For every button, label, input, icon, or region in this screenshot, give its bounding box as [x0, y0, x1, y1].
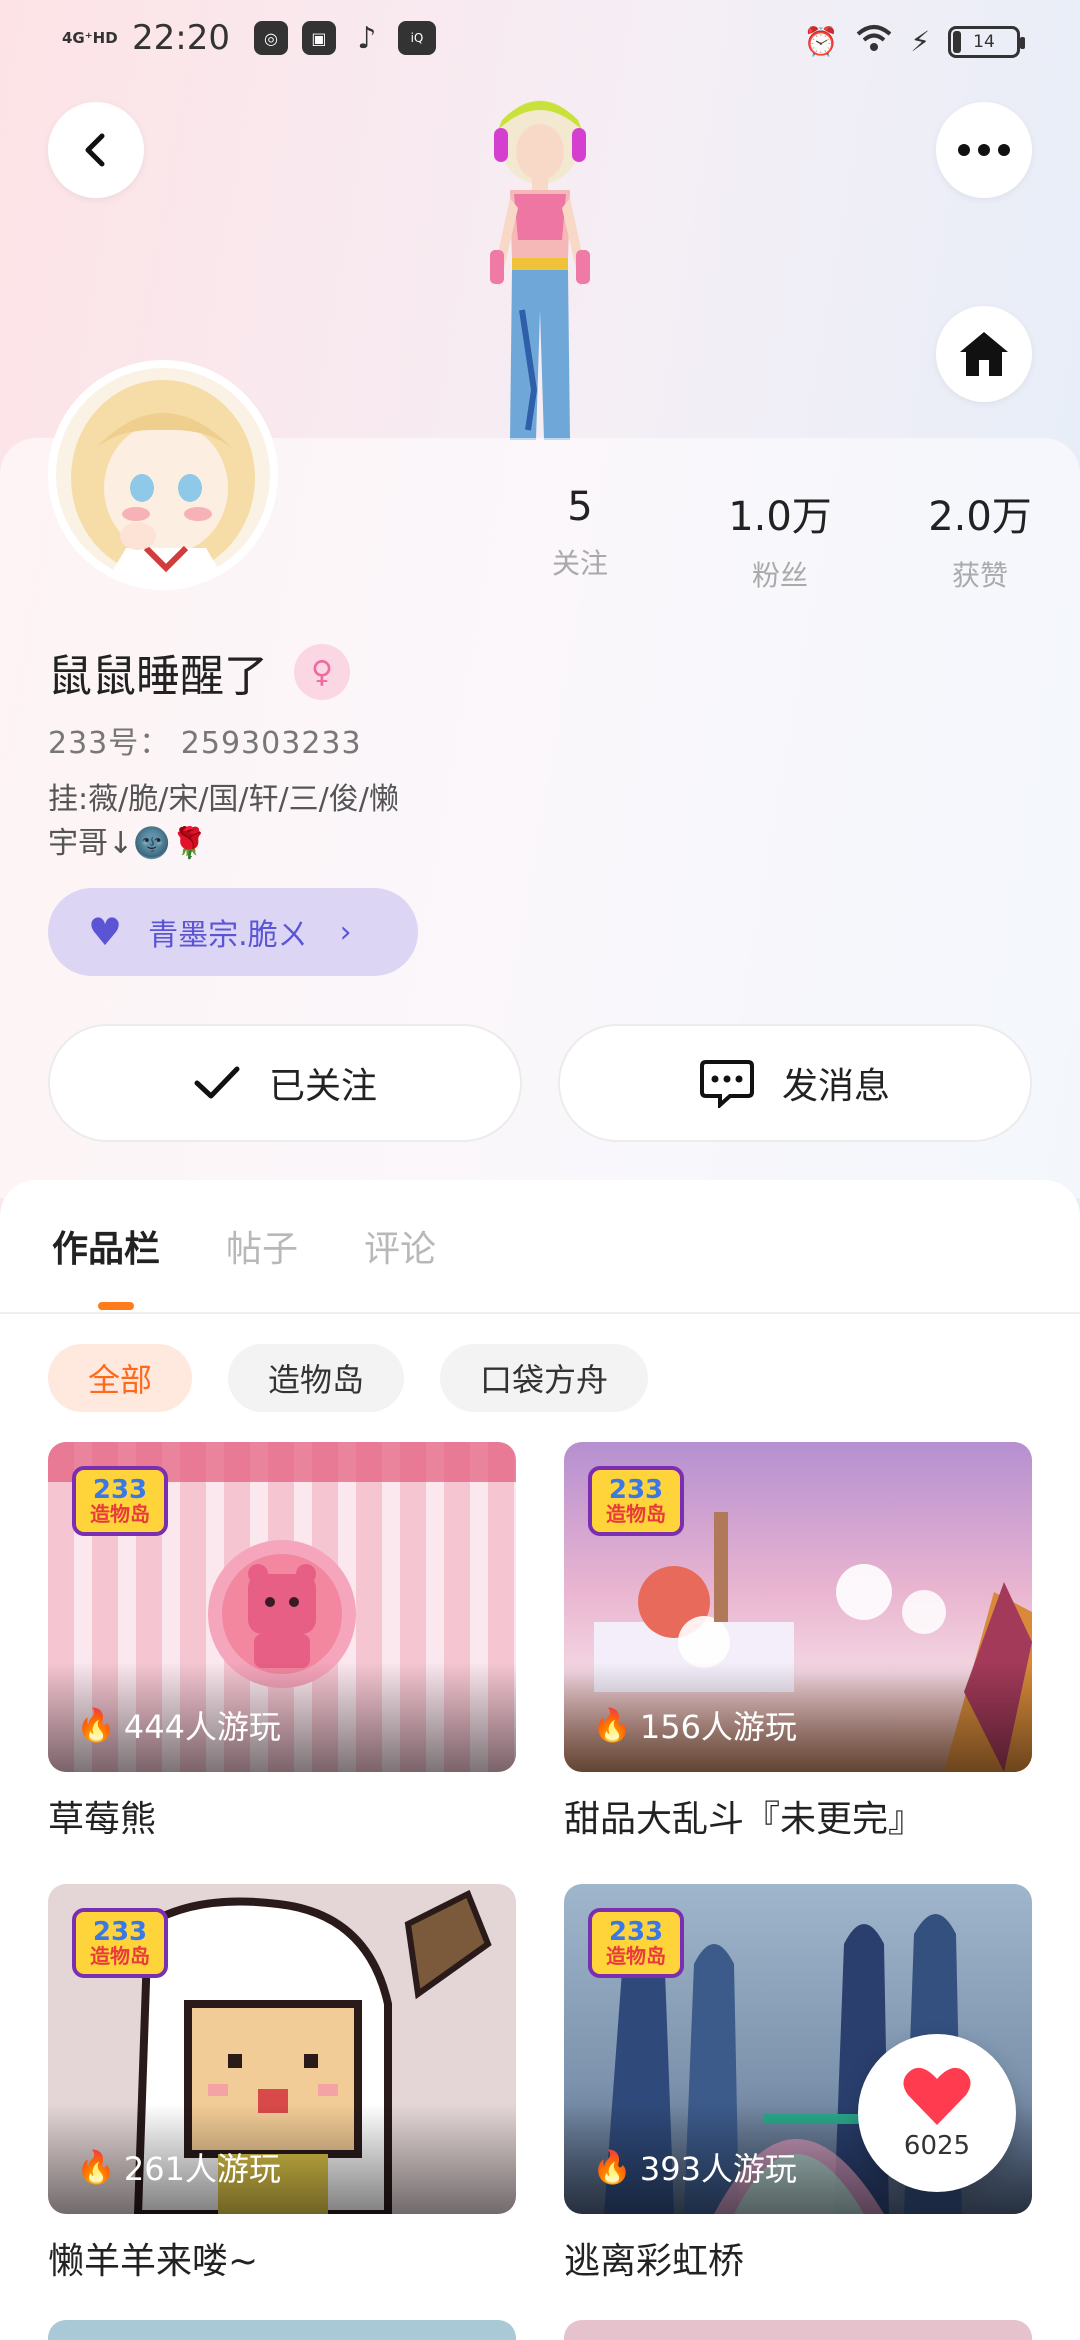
active-tab-indicator [98, 1302, 134, 1310]
filter-creation-island[interactable]: 造物岛 [228, 1344, 405, 1412]
followers-label: 粉丝 [751, 559, 808, 592]
tab-comments[interactable]: 评论 [364, 1220, 436, 1272]
chevron-right-icon: › [339, 914, 352, 950]
flame-icon: 🔥 [76, 2148, 116, 2186]
home-button[interactable] [936, 306, 1032, 402]
filter-chips: 全部 造物岛 口袋方舟 [48, 1344, 649, 1412]
followed-button[interactable]: 已关注 [48, 1024, 522, 1142]
username-row: 鼠鼠睡醒了 ♀ [48, 640, 350, 704]
username: 鼠鼠睡醒了 [48, 651, 268, 702]
heart-icon [903, 2067, 971, 2125]
work-card-peek[interactable] [564, 2320, 1032, 2340]
play-count-text: 393人游玩 [639, 2150, 797, 2188]
home-icon [960, 332, 1008, 376]
avatar[interactable] [48, 360, 278, 590]
profile-stats: 5 关注 1.0万 粉丝 2.0万 获赞 [500, 484, 1060, 594]
heart-icon: ♥ [88, 910, 123, 954]
battery-level: 14 [973, 31, 995, 52]
work-card[interactable]: 233 造物岛 🔥 444人游玩 草莓熊 [48, 1442, 516, 1842]
clock: 22:20 [132, 18, 230, 58]
flame-icon: 🔥 [76, 1706, 116, 1744]
followers-stat[interactable]: 1.0万 粉丝 [700, 484, 860, 594]
work-card[interactable]: 233 造物岛 🔥 261人游玩 懒羊羊来喽~ [48, 1884, 516, 2284]
notification-app-icon: ▣ [301, 21, 336, 55]
tab-posts[interactable]: 帖子 [226, 1220, 298, 1272]
group-name: 青墨宗.脆ㄨ [148, 918, 308, 953]
work-thumbnail[interactable]: 233 造物岛 🔥 156人游玩 [564, 1442, 1032, 1772]
creation-island-badge: 233 造物岛 [588, 1466, 684, 1536]
back-button[interactable] [48, 102, 144, 198]
work-thumbnail[interactable]: 233 造物岛 🔥 261人游玩 [48, 1884, 516, 2214]
wifi-icon [856, 24, 892, 59]
work-title[interactable]: 甜品大乱斗『未更完』 [564, 1790, 1032, 1842]
notification-app-icon: iQ [397, 21, 436, 55]
content-tabs: 作品栏 帖子 评论 [52, 1220, 436, 1272]
creation-island-badge: 233 造物岛 [588, 1908, 684, 1978]
play-count: 🔥 444人游玩 [76, 1702, 281, 1748]
creation-island-badge: 233 造物岛 [72, 1466, 168, 1536]
group-link[interactable]: ♥ 青墨宗.脆ㄨ › [48, 888, 418, 976]
divider [0, 1312, 1080, 1314]
work-title[interactable]: 懒羊羊来喽~ [48, 2232, 516, 2284]
likes-stat[interactable]: 2.0万 获赞 [900, 484, 1060, 594]
chat-bubble-icon [699, 1060, 754, 1108]
play-count: 🔥 393人游玩 [592, 2144, 797, 2190]
following-count: 5 [567, 484, 593, 530]
network-indicator: 4G⁺HD [62, 29, 118, 47]
likes-label: 获赞 [951, 559, 1008, 592]
flame-icon: 🔥 [592, 1706, 632, 1744]
work-title[interactable]: 逃离彩虹桥 [564, 2232, 1032, 2284]
play-count-text: 156人游玩 [639, 1708, 797, 1746]
like-count: 6025 [903, 2131, 971, 2161]
send-message-button[interactable]: 发消息 [558, 1024, 1032, 1142]
play-count-text: 444人游玩 [123, 1708, 281, 1746]
work-card-peek[interactable] [48, 2320, 516, 2340]
play-count: 🔥 261人游玩 [76, 2144, 281, 2190]
filter-all[interactable]: 全部 [48, 1344, 193, 1412]
creation-island-badge: 233 造物岛 [72, 1908, 168, 1978]
following-stat[interactable]: 5 关注 [500, 484, 660, 594]
play-count: 🔥 156人游玩 [592, 1702, 797, 1748]
more-button[interactable] [936, 102, 1032, 198]
work-card[interactable]: 233 造物岛 🔥 156人游玩 甜品大乱斗『未更完』 [564, 1442, 1032, 1842]
notification-app-icon: ◎ [253, 21, 288, 55]
user-id[interactable]: 233号： 259303233 [48, 718, 362, 762]
bio: 挂:薇/脆/宋/国/轩/三/俊/懒 宇哥↓🌚🌹 [48, 782, 399, 861]
alarm-icon: ⏰ [803, 25, 839, 58]
battery-indicator: 14 [948, 25, 1025, 58]
character-figure[interactable] [440, 90, 640, 440]
work-title[interactable]: 草莓熊 [48, 1790, 516, 1842]
send-message-label: 发消息 [781, 1066, 890, 1107]
status-bar: 4G⁺HD 22:20 ◎ ▣ ♪ iQ ⏰ ⚡ 14 [0, 0, 1080, 80]
tab-works[interactable]: 作品栏 [52, 1220, 160, 1272]
likes-count: 2.0万 [928, 494, 1032, 540]
followers-count: 1.0万 [728, 494, 832, 540]
tiktok-icon: ♪ [357, 20, 377, 56]
more-dots-icon [958, 144, 1010, 156]
filter-pocket-ark[interactable]: 口袋方舟 [440, 1344, 649, 1412]
following-label: 关注 [551, 547, 608, 580]
flame-icon: 🔥 [592, 2148, 632, 2186]
female-gender-icon: ♀ [294, 644, 350, 700]
like-button[interactable]: 6025 [858, 2034, 1016, 2192]
charging-icon: ⚡ [910, 25, 930, 58]
back-arrow-icon [85, 133, 105, 167]
work-thumbnail[interactable]: 233 造物岛 🔥 444人游玩 [48, 1442, 516, 1772]
play-count-text: 261人游玩 [123, 2150, 281, 2188]
checkmark-icon [194, 1066, 240, 1099]
followed-label: 已关注 [268, 1066, 377, 1107]
